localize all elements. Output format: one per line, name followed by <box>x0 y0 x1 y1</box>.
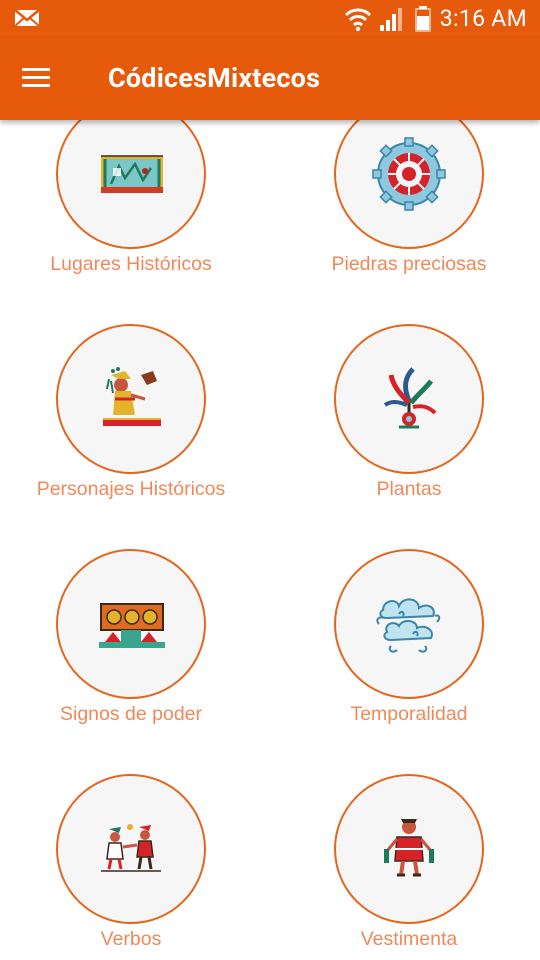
category-grid: Lugares Históricos Piedras preciosas Per… <box>0 120 540 960</box>
category-verbos[interactable]: Verbos <box>6 774 256 960</box>
signal-icon <box>380 8 402 31</box>
category-label[interactable]: Signos de poder <box>6 703 256 726</box>
category-icon-circle[interactable] <box>334 120 484 249</box>
category-icon-circle[interactable] <box>334 774 484 924</box>
category-icon-circle[interactable] <box>56 774 206 924</box>
category-label[interactable]: Lugares Históricos <box>6 253 256 276</box>
throne-glyph-icon <box>99 603 165 648</box>
email-icon <box>14 9 40 27</box>
category-icon-circle[interactable] <box>56 549 206 699</box>
plant-feather-icon <box>383 367 437 429</box>
category-label[interactable]: Vestimenta <box>284 928 534 951</box>
status-bar: 3:16 AM <box>0 0 540 38</box>
app-bar: CódicesMixtecos <box>0 38 540 120</box>
category-personajes-historicos[interactable]: Personajes Históricos <box>6 324 256 534</box>
figures-scene-icon <box>101 824 161 872</box>
category-label[interactable]: Verbos <box>6 928 256 951</box>
battery-icon <box>415 6 431 32</box>
category-icon-circle[interactable] <box>56 324 206 474</box>
category-plantas[interactable]: Plantas <box>284 324 534 534</box>
status-time: 3:16 AM <box>439 5 527 32</box>
category-lugares-historicos[interactable]: Lugares Históricos <box>6 120 256 309</box>
category-icon-circle[interactable] <box>56 120 206 249</box>
category-vestimenta[interactable]: Vestimenta <box>284 774 534 960</box>
gemstone-wheel-icon <box>372 137 446 211</box>
category-signos-de-poder[interactable]: Signos de poder <box>6 549 256 759</box>
category-piedras-preciosas[interactable]: Piedras preciosas <box>284 120 534 309</box>
category-label[interactable]: Plantas <box>284 478 534 501</box>
hamburger-menu-icon[interactable] <box>14 58 58 98</box>
codex-place-glyph-icon <box>101 155 163 193</box>
cloud-scroll-icon <box>376 598 441 653</box>
category-icon-circle[interactable] <box>334 324 484 474</box>
app-title: CódicesMixtecos <box>108 62 321 94</box>
standing-figure-icon <box>384 819 434 877</box>
category-label[interactable]: Piedras preciosas <box>284 253 534 276</box>
seated-figure-icon <box>103 367 161 426</box>
category-label[interactable]: Temporalidad <box>284 703 534 726</box>
category-label[interactable]: Personajes Históricos <box>6 478 256 501</box>
wifi-icon <box>344 8 372 32</box>
category-icon-circle[interactable] <box>334 549 484 699</box>
category-temporalidad[interactable]: Temporalidad <box>284 549 534 759</box>
